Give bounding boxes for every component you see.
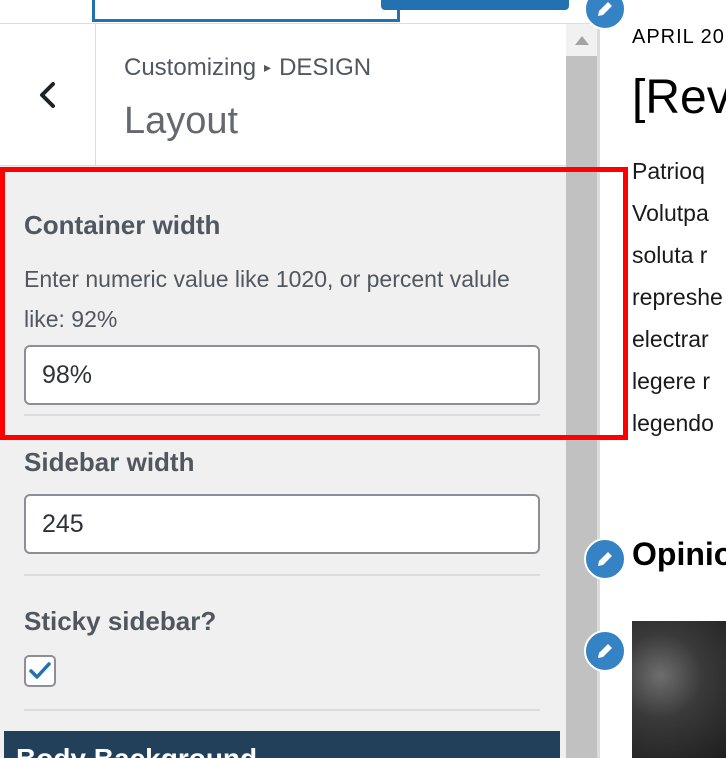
excerpt-line: soluta r (632, 242, 708, 268)
edit-shortcut-heading[interactable] (584, 538, 626, 580)
checkmark-icon (29, 662, 51, 679)
post-date: APRIL 20 (632, 26, 725, 48)
section-header: Customizing ▸ DESIGN Layout (0, 24, 566, 166)
sticky-sidebar-label: Sticky sidebar? (24, 606, 217, 636)
publish-button[interactable] (381, 0, 569, 10)
excerpt-line: legendo (632, 410, 714, 436)
container-width-control: Container width Enter numeric value like… (24, 210, 540, 405)
excerpt-line: represhe (632, 284, 723, 310)
post-title[interactable]: [Rev (632, 70, 726, 125)
sidebar-width-input[interactable] (24, 494, 540, 554)
sidebar-width-control: Sidebar width (24, 447, 540, 554)
breadcrumb: Customizing ▸ DESIGN (124, 54, 371, 82)
page-title: Layout (124, 100, 239, 142)
customizer-panel: Customizing ▸ DESIGN Layout Container widt… (0, 0, 597, 758)
pencil-icon (598, 2, 612, 16)
top-input-field[interactable] (92, 0, 400, 22)
container-width-description: Enter numeric value like 1020, or percen… (24, 266, 510, 332)
excerpt-line: Patrioq (632, 158, 705, 184)
edit-shortcut-image[interactable] (584, 630, 626, 672)
customizer-topbar (0, 0, 597, 24)
sticky-sidebar-checkbox[interactable] (24, 655, 56, 687)
excerpt-line: legere r (632, 368, 710, 394)
pencil-icon (598, 552, 612, 566)
pencil-icon (598, 644, 612, 658)
excerpt-line: Volutpa (632, 200, 709, 226)
container-width-input[interactable] (24, 345, 540, 405)
sticky-sidebar-control: Sticky sidebar? (24, 606, 540, 687)
triangle-up-icon (574, 35, 589, 45)
breadcrumb-separator: ▸ (264, 59, 272, 75)
post-thumbnail[interactable] (632, 621, 726, 758)
body-background-section[interactable]: Body Background (4, 731, 560, 758)
widget-heading: Opinio (632, 536, 726, 572)
excerpt-line: electrar (632, 326, 709, 352)
container-width-label: Container width (24, 210, 221, 240)
divider (24, 709, 540, 711)
sidebar-width-label: Sidebar width (24, 447, 195, 477)
back-button[interactable] (0, 24, 96, 166)
divider (24, 414, 540, 416)
breadcrumb-section: DESIGN (279, 54, 372, 81)
scroll-up-button[interactable] (566, 24, 597, 56)
chevron-left-icon (39, 82, 55, 108)
divider (24, 574, 540, 576)
breadcrumb-root: Customizing (124, 54, 257, 81)
post-excerpt: Patrioq Volutpa soluta r represhe electr… (632, 150, 723, 444)
